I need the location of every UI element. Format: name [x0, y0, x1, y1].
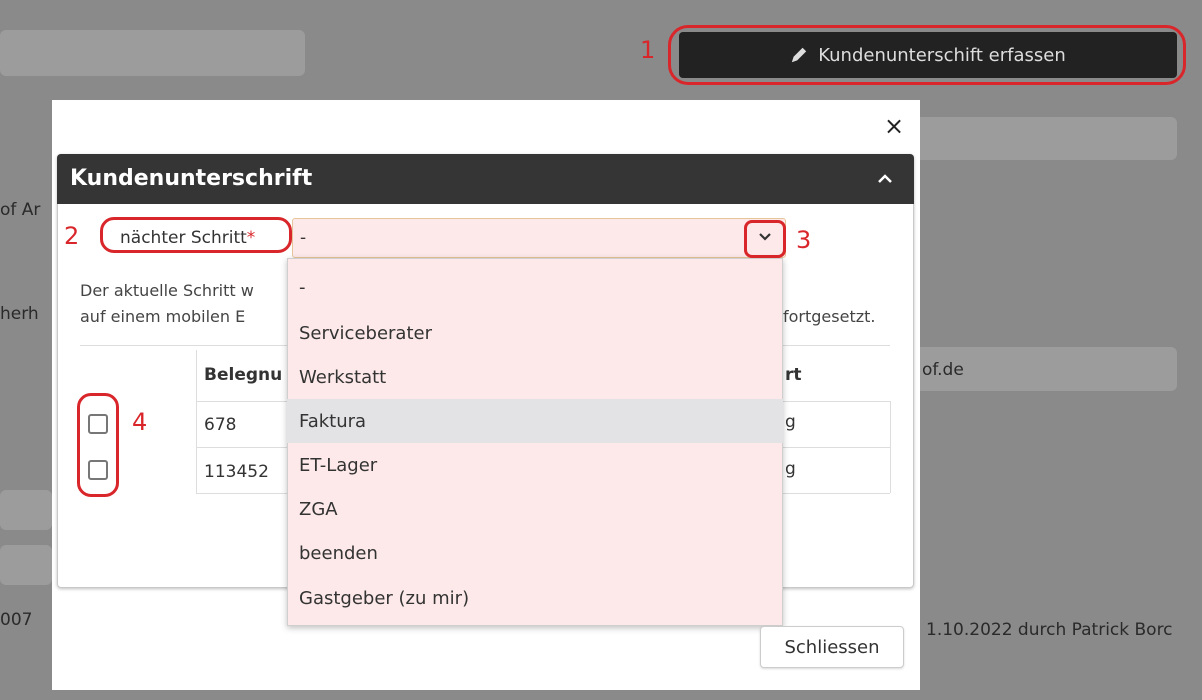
bg-text-left-1: of Ar [0, 200, 41, 220]
dropdown-option[interactable]: Werkstatt [287, 355, 783, 399]
header-last-column[interactable]: rt [785, 365, 802, 385]
row1-last: g [785, 412, 796, 432]
select-value: - [300, 228, 307, 248]
dropdown-option[interactable]: ZGA [287, 487, 783, 531]
table-right-edge [890, 401, 891, 493]
bg-text-right-2: 1.10.2022 durch Patrick Borc [926, 620, 1173, 640]
dropdown-option[interactable]: ET-Lager [287, 443, 783, 487]
dropdown-option-highlighted[interactable]: Faktura [287, 399, 783, 443]
dropdown-option[interactable]: Serviceberater [287, 311, 783, 355]
annotation-number-4: 4 [132, 408, 148, 436]
modal-close-icon[interactable]: × [884, 112, 904, 140]
row1-belegnummer: 678 [204, 415, 237, 435]
description-line1-start: Der aktuelle Schritt w [80, 281, 254, 300]
annotation-box-4 [77, 393, 119, 497]
bg-field-left-2 [0, 545, 52, 585]
annotation-box-2 [100, 217, 292, 253]
row2-last: g [785, 459, 796, 479]
bg-field-left-1 [0, 490, 52, 530]
annotation-box-3 [744, 220, 786, 258]
dropdown-option[interactable]: - [287, 265, 783, 309]
annotation-number-3: 3 [796, 226, 812, 254]
bg-input-top [0, 30, 305, 76]
header-belegnummer[interactable]: Belegnu [204, 365, 282, 385]
bg-input-right [915, 117, 1177, 160]
dropdown-option[interactable]: beenden [287, 531, 783, 575]
annotation-number-2: 2 [64, 222, 80, 250]
chevron-up-icon[interactable] [876, 170, 894, 188]
dropdown-option[interactable]: Gastgeber (zu mir) [287, 576, 783, 620]
description-line2-end: fortgesetzt. [783, 307, 876, 326]
bg-text-left-2: herh [0, 304, 39, 324]
row2-belegnummer: 113452 [204, 462, 269, 482]
annotation-number-1: 1 [640, 36, 656, 64]
panel-title: Kundenunterschrift [70, 166, 313, 191]
bg-text-left-3: 007 [0, 610, 33, 630]
bg-text-right-1: of.de [922, 360, 964, 380]
table-column-divider [196, 350, 197, 493]
annotation-box-1 [668, 25, 1186, 85]
schliessen-button[interactable]: Schliessen [760, 626, 904, 668]
naechster-schritt-select[interactable] [292, 218, 786, 258]
description-line2-start: auf einem mobilen E [80, 307, 246, 326]
